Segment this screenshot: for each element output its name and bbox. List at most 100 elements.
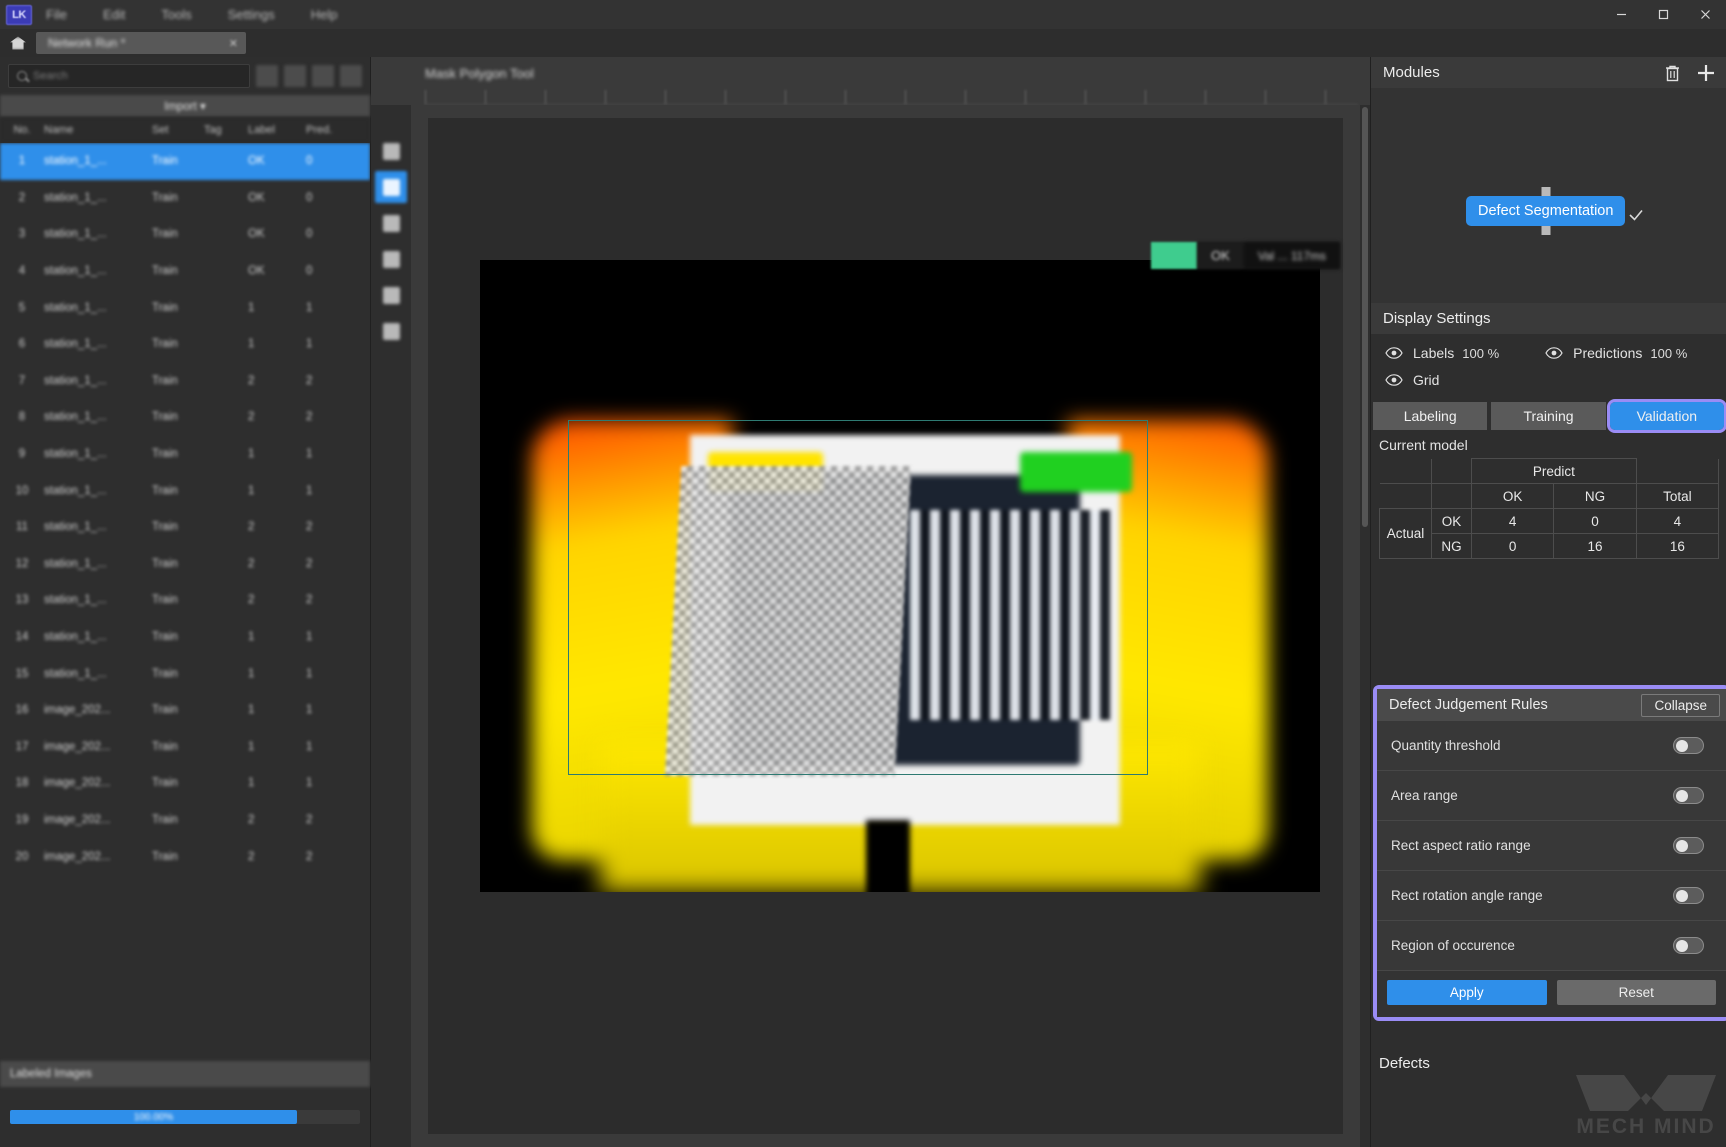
rect-icon[interactable] [375,279,407,311]
labeled-progress-bar: 100.00% [10,1110,360,1124]
export-icon[interactable] [340,65,362,87]
table-row[interactable]: 16 image_202... Train 1 1 [0,692,370,729]
result-status: OK [1196,242,1244,269]
check-icon[interactable] [1626,205,1646,225]
close-icon[interactable]: ✕ [229,37,238,50]
mech-mind-logo-icon: MECH MIND [1572,1071,1720,1139]
table-row[interactable]: 10 station_1_... Train 1 1 [0,472,370,509]
table-row[interactable]: 2 station_1_... Train OK 0 [0,180,370,217]
maximize-button[interactable] [1642,0,1684,29]
collapse-button[interactable]: Collapse [1641,693,1720,717]
table-row[interactable]: 7 station_1_... Train 2 2 [0,363,370,400]
cell-label: 2 [248,594,255,607]
scrollbar-thumb[interactable] [1362,107,1368,527]
cell-no: 19 [15,813,29,826]
cell-name: station_1_... [44,301,107,314]
image-table-header: No. Name Set Tag Label Pred. [0,117,370,143]
home-button[interactable] [0,29,36,57]
cell-name: station_1_... [44,667,107,680]
brush-icon[interactable] [375,207,407,239]
grid-view-icon[interactable] [312,65,334,87]
defect-rule-toggle[interactable] [1673,887,1704,904]
tab-training[interactable]: Training [1491,402,1606,430]
trash-icon[interactable] [1662,63,1682,83]
eye-icon[interactable] [1545,347,1563,359]
column-header-no: No. [13,123,31,136]
module-graph-canvas[interactable]: Defect Segmentation [1371,88,1726,303]
minimize-button[interactable] [1600,0,1642,29]
apply-button[interactable]: Apply [1387,980,1547,1005]
import-button[interactable]: Import ▾ [0,95,370,117]
defect-rule-toggle[interactable] [1673,787,1704,804]
roi-rectangle [568,420,1148,775]
cell-set: Train [152,374,178,387]
node-input-port[interactable] [1541,187,1551,196]
document-tab[interactable]: Network Run * ✕ [36,32,246,54]
table-row[interactable]: 17 image_202... Train 1 1 [0,729,370,766]
plus-icon[interactable] [1696,63,1716,83]
cell-name: station_1_... [44,411,107,424]
cell-name: station_1_... [44,484,107,497]
table-row[interactable]: 18 image_202... Train 1 1 [0,765,370,802]
move-icon[interactable] [375,315,407,347]
table-row[interactable]: 15 station_1_... Train 1 1 [0,655,370,692]
eye-icon[interactable] [1385,347,1403,359]
menu-item-settings[interactable]: Settings [228,7,275,22]
menu-item-edit[interactable]: Edit [103,7,125,22]
polygon-icon[interactable] [375,171,407,203]
menu-item-file[interactable]: File [46,7,67,22]
labeled-progress-row: 100.00% [0,1087,370,1147]
node-output-port[interactable] [1541,226,1551,235]
cell-pred: 1 [306,667,313,680]
display-settings-row-2: Grid [1371,361,1726,388]
image-viewport[interactable]: OK Val ... 117ms [411,105,1360,1147]
cell-set: Train [152,631,178,644]
tab-validation[interactable]: Validation [1606,399,1726,433]
table-row[interactable]: 3 station_1_... Train OK 0 [0,216,370,253]
pan-icon[interactable] [375,135,407,167]
eye-icon[interactable] [1385,374,1403,386]
table-row[interactable]: 1 station_1_... Train OK 0 [0,143,370,180]
table-row[interactable]: 12 station_1_... Train 2 2 [0,546,370,583]
cell-no: 9 [18,448,26,461]
cell-name: station_1_... [44,631,107,644]
table-row[interactable]: 4 station_1_... Train OK 0 [0,253,370,290]
cell-label: OK [248,265,265,278]
cell-pred: 2 [306,374,313,387]
defect-rules-title: Defect Judgement Rules [1389,697,1548,713]
table-row[interactable]: 20 image_202... Train 2 2 [0,838,370,875]
table-row[interactable]: 5 station_1_... Train 1 1 [0,289,370,326]
cell-label: 2 [248,813,255,826]
image-table-body[interactable]: 1 station_1_... Train OK 0 2 station_1_... Trai… [0,143,370,1061]
title-bar: LK File Edit Tools Settings Help [0,0,1726,29]
table-row[interactable]: 11 station_1_... Train 2 2 [0,509,370,546]
reset-button[interactable]: Reset [1556,980,1716,1005]
search-row: Search [0,57,370,95]
table-row[interactable]: 6 station_1_... Train 1 1 [0,326,370,363]
import-images-icon[interactable] [256,65,278,87]
defect-rule-toggle[interactable] [1673,737,1704,754]
table-row[interactable]: 8 station_1_... Train 2 2 [0,399,370,436]
tab-labeling[interactable]: Labeling [1373,402,1488,430]
table-row[interactable]: 14 station_1_... Train 1 1 [0,619,370,656]
canvas-body: OK Val ... 117ms [371,105,1370,1147]
table-row[interactable]: 9 station_1_... Train 1 1 [0,436,370,473]
module-node-defect-segmentation[interactable]: Defect Segmentation [1466,187,1626,235]
labels-label: Labels [1413,345,1455,361]
canvas-vertical-scrollbar[interactable] [1360,105,1370,1147]
mech-mind-mark [1576,1075,1716,1111]
table-row[interactable]: 19 image_202... Train 2 2 [0,802,370,839]
menu-item-tools[interactable]: Tools [161,7,191,22]
defect-rule-toggle[interactable] [1673,837,1704,854]
eraser-icon[interactable] [375,243,407,275]
defect-rule-toggle[interactable] [1673,937,1704,954]
search-icon [17,71,27,81]
cell-set: Train [152,667,178,680]
cell-label: OK [248,155,265,168]
close-button[interactable] [1684,0,1726,29]
filter-icon[interactable] [284,65,306,87]
column-header-name: Name [44,123,74,136]
search-input[interactable]: Search [8,64,250,88]
menu-item-help[interactable]: Help [311,7,338,22]
table-row[interactable]: 13 station_1_... Train 2 2 [0,582,370,619]
